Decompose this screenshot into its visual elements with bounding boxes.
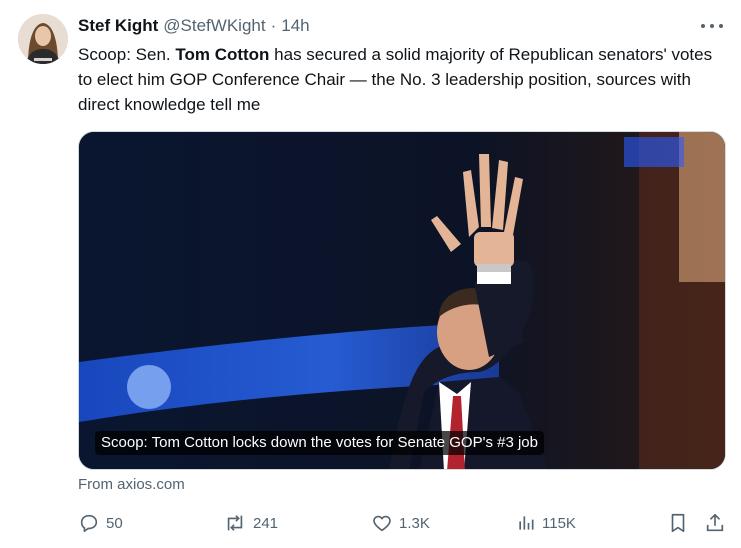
reply-count: 50	[106, 514, 123, 532]
tweet-text-mention: Tom Cotton	[175, 45, 270, 64]
timestamp[interactable]: 14h	[281, 16, 309, 36]
heart-icon	[373, 515, 391, 532]
reply-button[interactable]: 50	[78, 510, 123, 536]
repost-button[interactable]: 241	[223, 510, 278, 536]
bookmark-icon	[671, 513, 685, 533]
view-count: 115K	[542, 514, 576, 532]
views-button[interactable]: 115K	[516, 510, 576, 536]
tweet-card: Stef Kight @StefWKight · 14h Scoop: Sen.…	[0, 0, 741, 548]
display-name[interactable]: Stef Kight	[78, 16, 158, 36]
link-card-image[interactable]	[78, 131, 726, 470]
separator-dot: ·	[270, 16, 277, 35]
like-count: 1.3K	[399, 514, 430, 532]
like-button[interactable]: 1.3K	[371, 510, 430, 536]
tweet-text-intro: Scoop: Sen.	[78, 45, 176, 64]
repost-count: 241	[253, 514, 279, 532]
tweet-actions: 50 241 1.3K 115K	[78, 510, 728, 536]
bookmark-button[interactable]	[667, 510, 689, 536]
reply-bubble-icon	[80, 514, 98, 533]
link-card-headline[interactable]: Scoop: Tom Cotton locks down the votes f…	[95, 431, 544, 455]
repost-arrows-icon	[227, 515, 243, 531]
avatar-image	[18, 14, 68, 64]
tweet-header: Stef Kight @StefWKight · 14h	[78, 16, 310, 38]
share-button[interactable]	[704, 510, 726, 536]
more-options-icon[interactable]	[701, 18, 723, 34]
user-handle[interactable]: @StefWKight	[163, 16, 265, 36]
share-upload-icon	[706, 513, 724, 532]
tweet-text: Scoop: Sen. Tom Cotton has secured a sol…	[78, 42, 728, 117]
news-photo	[79, 132, 725, 469]
avatar[interactable]	[18, 14, 68, 64]
link-card-source[interactable]: From axios.com	[78, 476, 185, 493]
bar-chart-icon	[519, 516, 534, 530]
